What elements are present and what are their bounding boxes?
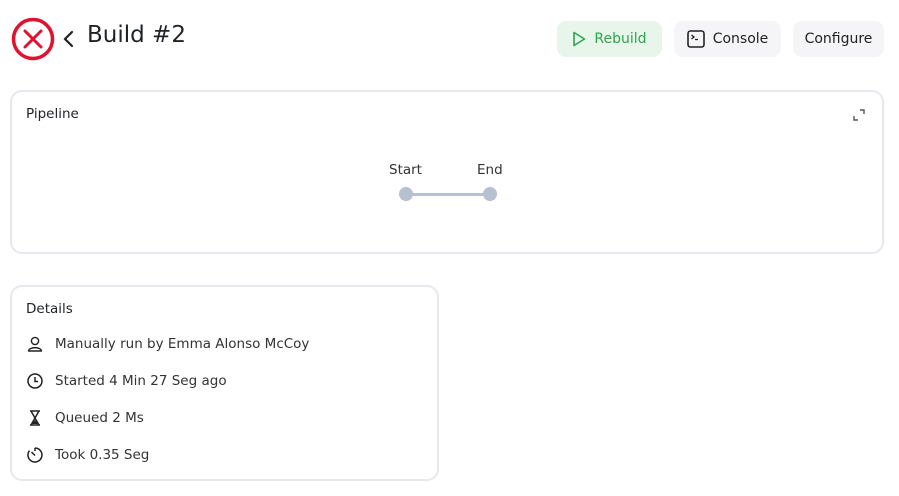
configure-button[interactable]: Configure — [793, 21, 884, 57]
stage-label-start: Start — [389, 162, 422, 178]
terminal-icon — [686, 30, 705, 48]
configure-label: Configure — [804, 31, 873, 47]
user-icon — [27, 336, 43, 352]
console-button[interactable]: Console — [674, 21, 781, 57]
detail-text: Took 0.35 Seg — [55, 447, 150, 463]
detail-row-queued: Queued 2 Ms — [26, 409, 144, 427]
detail-row-trigger: Manually run by Emma Alonso McCoy — [26, 335, 309, 353]
stage-label-end: End — [477, 162, 503, 178]
stage-node-start[interactable] — [399, 187, 413, 201]
clock-icon — [27, 373, 43, 389]
detail-row-started: Started 4 Min 27 Seg ago — [26, 372, 227, 390]
rebuild-label: Rebuild — [594, 31, 647, 47]
expand-icon[interactable] — [852, 108, 866, 122]
stage-connector — [406, 193, 490, 196]
pipeline-title: Pipeline — [26, 106, 79, 122]
x-circle-icon — [11, 17, 55, 61]
detail-text: Queued 2 Ms — [55, 410, 144, 426]
pipeline-card: Pipeline Start End — [10, 90, 884, 254]
hourglass-icon — [30, 410, 40, 426]
details-title: Details — [26, 301, 73, 317]
play-icon — [573, 31, 586, 47]
details-card: Details Manually run by Emma Alonso McCo… — [10, 285, 439, 481]
rebuild-button[interactable]: Rebuild — [557, 21, 662, 57]
timer-icon — [27, 447, 43, 463]
detail-row-duration: Took 0.35 Seg — [26, 446, 149, 464]
page-title: Build #2 — [87, 22, 186, 48]
console-label: Console — [712, 31, 769, 47]
detail-text: Manually run by Emma Alonso McCoy — [55, 336, 310, 352]
detail-text: Started 4 Min 27 Seg ago — [55, 373, 227, 389]
stage-node-end[interactable] — [483, 187, 497, 201]
back-chevron-icon[interactable] — [62, 28, 76, 50]
